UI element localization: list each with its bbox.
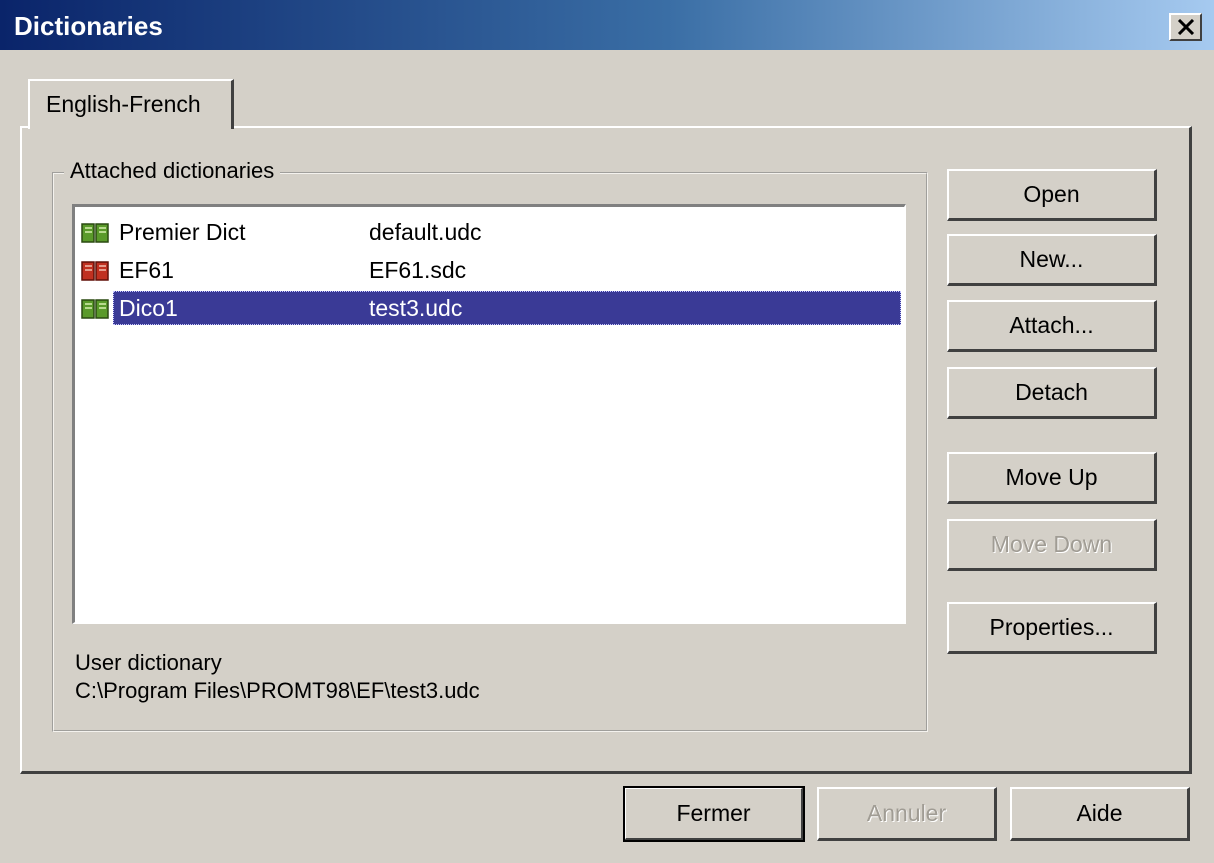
dictionary-name: Dico1 [119, 295, 178, 321]
list-item[interactable]: Premier Dict default.udc [79, 215, 899, 249]
dictionary-list[interactable]: Premier Dict default.udc EF61 EF61.sdc D… [72, 204, 906, 624]
dictionary-file: EF61.sdc [369, 257, 467, 283]
window-title: Dictionaries [14, 11, 163, 41]
group-label: Attached dictionaries [64, 158, 281, 184]
tab-english-french[interactable]: English-French [28, 79, 234, 129]
annuler-button: Annuler [817, 787, 997, 841]
move-down-button: Move Down [947, 519, 1157, 571]
user-dictionary-label: User dictionary [75, 650, 222, 675]
close-icon [1177, 19, 1194, 35]
book-green-icon [81, 222, 111, 250]
title-bar[interactable]: Dictionaries [0, 0, 1214, 50]
user-dictionary-path: C:\Program Files\PROMT98\EF\test3.udc [75, 678, 480, 703]
dictionary-name: EF61 [119, 257, 174, 283]
close-button[interactable] [1169, 13, 1202, 41]
move-up-button[interactable]: Move Up [947, 452, 1157, 504]
selection-highlight [113, 291, 901, 325]
list-item-selected[interactable]: Dico1 test3.udc [79, 291, 901, 326]
dictionary-file: test3.udc [369, 295, 463, 321]
aide-button[interactable]: Aide [1010, 787, 1190, 841]
list-item[interactable]: EF61 EF61.sdc [79, 253, 899, 287]
open-button[interactable]: Open [947, 169, 1157, 221]
book-green-icon [81, 298, 111, 326]
book-red-icon [81, 260, 111, 288]
new-button[interactable]: New... [947, 234, 1157, 286]
attach-button[interactable]: Attach... [947, 300, 1157, 352]
properties-button[interactable]: Properties... [947, 602, 1157, 654]
dictionary-name: Premier Dict [119, 219, 246, 245]
tab-label: English-French [46, 91, 201, 117]
dictionary-file: default.udc [369, 219, 482, 245]
fermer-button[interactable]: Fermer [623, 786, 805, 842]
detach-button[interactable]: Detach [947, 367, 1157, 419]
